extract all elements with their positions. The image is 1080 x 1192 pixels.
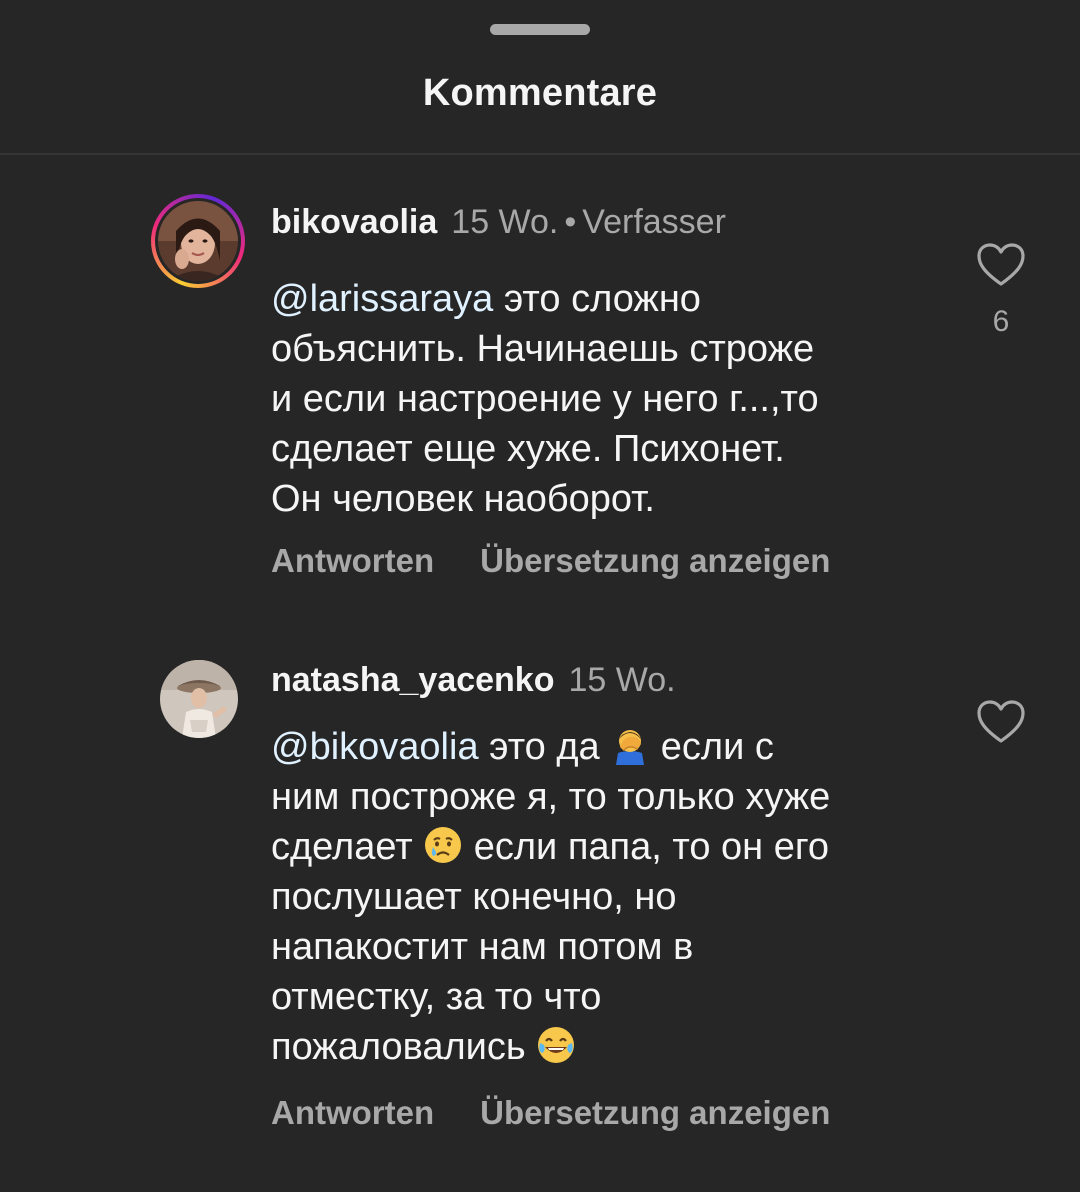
comment-line: сделает еще хуже. Психонет. <box>271 428 785 470</box>
avatar[interactable] <box>160 660 238 738</box>
comment-line: пожаловались <box>271 1026 537 1068</box>
meta-separator: • <box>564 203 577 241</box>
reply-button[interactable]: Antworten <box>271 542 434 579</box>
avatar-image <box>158 201 238 281</box>
avatar-image <box>160 660 238 738</box>
comment-line: и если настроение у него г...,то <box>271 378 819 420</box>
see-translation-button[interactable]: Übersetzung anzeigen <box>480 542 830 579</box>
like-count[interactable]: 6 <box>976 305 1026 339</box>
crying-face-emoji <box>423 825 463 865</box>
comment-text: @larissaraya это сложно объяснить. Начин… <box>271 274 931 524</box>
sheet-title: Kommentare <box>422 72 658 114</box>
mention-link[interactable]: @bikovaolia <box>271 726 479 768</box>
facepalm-emoji <box>610 725 650 765</box>
tears-of-joy-emoji <box>536 1025 576 1065</box>
sheet-drag-handle[interactable] <box>490 24 590 35</box>
comment-line: если папа, то он его <box>463 826 830 868</box>
comments-sheet: Kommentare bikovaolia 15 Wo. • Verfasser… <box>0 0 1080 1192</box>
comment-line: это да <box>478 726 611 768</box>
reply-button[interactable]: Antworten <box>271 1094 434 1131</box>
author-badge: Verfasser <box>582 203 726 241</box>
heart-outline-icon[interactable] <box>976 700 1026 749</box>
header-divider <box>0 153 1080 155</box>
mention-link[interactable]: @larissaraya <box>271 278 493 320</box>
see-translation-button[interactable]: Übersetzung anzeigen <box>480 1094 830 1131</box>
comment-username[interactable]: natasha_yacenko <box>271 661 555 699</box>
comment-time: 15 Wo. <box>568 661 676 699</box>
comment-actions: Antworten Übersetzung anzeigen <box>271 1094 830 1132</box>
heart-outline-icon[interactable] <box>976 243 1026 292</box>
story-ring <box>151 194 245 288</box>
comment-meta: natasha_yacenko 15 Wo. <box>271 661 676 700</box>
comment-actions: Antworten Übersetzung anzeigen <box>271 542 830 580</box>
comment-line: сделает <box>271 826 424 868</box>
comment-line: Он человек наоборот. <box>271 478 655 520</box>
comment-line: ним построже я, то только хуже <box>271 776 831 818</box>
comment-line: напакостит нам потом в <box>271 926 694 968</box>
comment-username[interactable]: bikovaolia <box>271 203 437 241</box>
comment-meta: bikovaolia 15 Wo. • Verfasser <box>271 203 726 242</box>
comment-line: если с <box>650 726 774 768</box>
comment-time: 15 Wo. <box>451 203 559 241</box>
comment-line: объяснить. Начинаешь строже <box>271 328 815 370</box>
like-control <box>976 699 1026 750</box>
comment-line: отместку, за то что <box>271 976 602 1018</box>
comment-text: @bikovaolia это да если с ним построже я… <box>271 722 931 1072</box>
avatar[interactable] <box>151 194 245 288</box>
like-control: 6 <box>976 242 1026 339</box>
comment-line: это сложно <box>493 278 701 320</box>
comment-line: послушает конечно, но <box>271 876 677 918</box>
